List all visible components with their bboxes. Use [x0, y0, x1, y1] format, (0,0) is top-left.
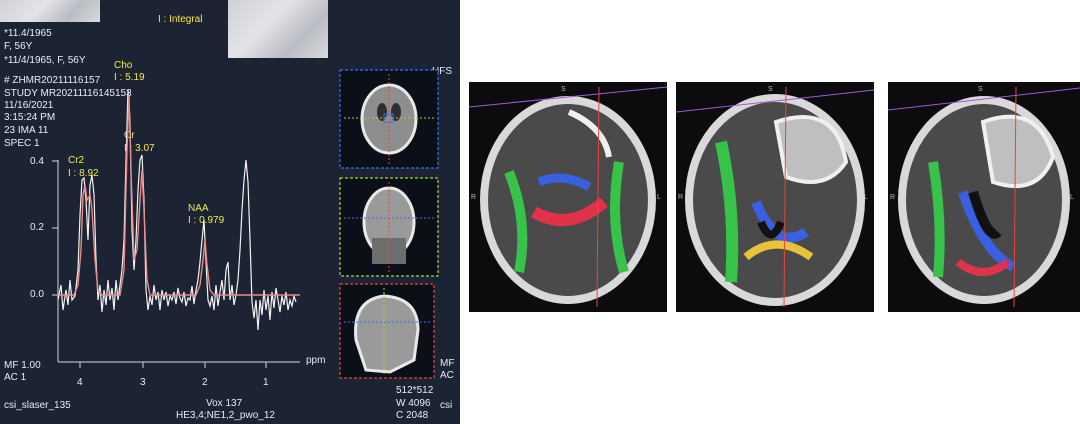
- dti-3-label-top: S: [978, 86, 983, 93]
- mr-spectroscopy-screen: I : Integral *11.4/1965 F, 56Y *11/4/196…: [0, 0, 460, 424]
- dti-panel-1: S R L: [469, 82, 667, 312]
- dti-1-label-right: L: [657, 194, 661, 201]
- dti-image-1: [469, 86, 667, 308]
- spectrum-raw-trace: [57, 89, 297, 331]
- dti-2-label-right: L: [864, 194, 868, 201]
- dti-image-2: [676, 86, 874, 308]
- dti-2-label-left: R: [678, 194, 684, 201]
- dti-panel-2: S R L: [676, 82, 874, 312]
- dti-1-label-left: R: [471, 194, 477, 201]
- localizer-sagittal-head: [354, 294, 420, 374]
- spectrum-graphics: [52, 69, 439, 379]
- dti-3-label-left: R: [890, 194, 896, 201]
- dti-2-label-top: S: [768, 86, 773, 93]
- dti-1-label-top: S: [561, 86, 566, 93]
- dti-panel-3: S R L: [888, 82, 1080, 312]
- dti-3-label-right: L: [1070, 194, 1074, 201]
- dti-image-3: [888, 86, 1080, 308]
